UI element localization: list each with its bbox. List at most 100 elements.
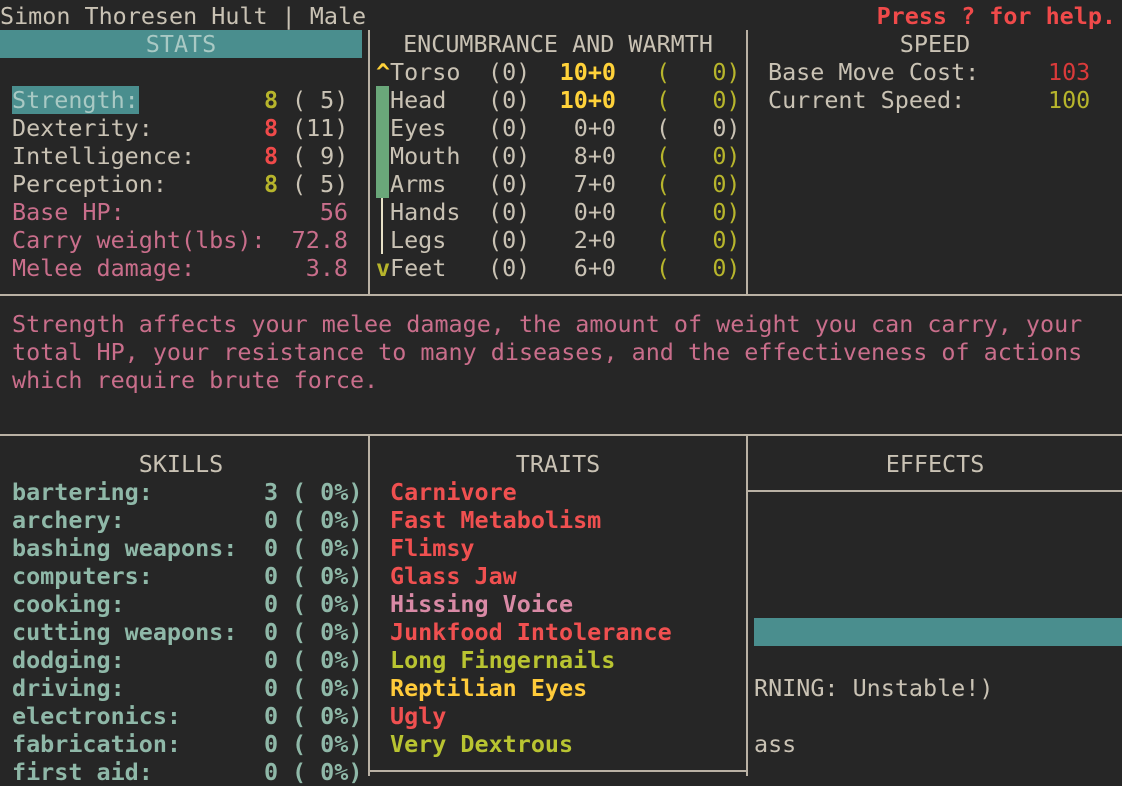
derived-stat-label: Carry weight(lbs): xyxy=(12,226,266,254)
encumbrance-value: (0) xyxy=(488,226,531,254)
derived-stat-value: 56 xyxy=(319,198,348,226)
stat-row[interactable]: Strength: 8 ( 5) xyxy=(0,86,362,114)
skill-level: 3 xyxy=(264,478,279,506)
trait-item[interactable]: Fast Metabolism xyxy=(390,506,601,534)
stat-row[interactable]: Perception: 8 ( 5) xyxy=(0,170,362,198)
skill-row[interactable]: dodging: 0 ( 0%) xyxy=(0,646,368,674)
speed-label: Base Move Cost: xyxy=(768,58,980,86)
effects-selection-bar[interactable] xyxy=(754,618,1122,646)
border-effects-title xyxy=(748,490,1122,492)
skill-row[interactable]: computers: 0 ( 0%) xyxy=(0,562,368,590)
derived-stat-value: 3.8 xyxy=(305,254,348,282)
stat-label: Perception: xyxy=(12,170,167,198)
derived-stat-row: Base HP: 56 xyxy=(0,198,362,226)
encumbrance-row[interactable]: Arms (0) 7+0 ( 0) xyxy=(370,170,746,198)
skill-row[interactable]: bartering: 3 ( 0%) xyxy=(0,478,368,506)
layers-value: 10+0 xyxy=(559,58,616,86)
effect-line-ass: ass xyxy=(754,730,797,758)
skill-progress: ( 0%) xyxy=(292,730,363,758)
skill-row[interactable]: driving: 0 ( 0%) xyxy=(0,674,368,702)
skill-level: 0 xyxy=(264,590,279,618)
trait-item[interactable]: Reptilian Eyes xyxy=(390,674,587,702)
encumbrance-value: (0) xyxy=(488,86,531,114)
warmth-value: ( 0) xyxy=(656,198,741,226)
trait-item[interactable]: Carnivore xyxy=(390,478,517,506)
stat-current-value: 8 xyxy=(264,170,279,198)
speed-value: 100 xyxy=(1048,86,1091,114)
stats-title: STATS xyxy=(145,30,217,58)
skill-level: 0 xyxy=(264,674,279,702)
encumbrance-row[interactable]: Hands (0) 0+0 ( 0) xyxy=(370,198,746,226)
skill-name: computers: xyxy=(12,562,153,590)
layers-value: 8+0 xyxy=(573,142,616,170)
trait-item[interactable]: Ugly xyxy=(390,702,446,730)
derived-stat-row: Melee damage: 3.8 xyxy=(0,254,362,282)
layers-value: 6+0 xyxy=(573,254,616,282)
skill-row[interactable]: fabrication: 0 ( 0%) xyxy=(0,730,368,758)
encumbrance-row[interactable]: Torso (0) 10+0 ( 0) xyxy=(370,58,746,86)
layers-value: 7+0 xyxy=(573,170,616,198)
stat-current-value: 8 xyxy=(264,142,279,170)
skill-name: archery: xyxy=(12,506,125,534)
layers-value: 0+0 xyxy=(573,114,616,142)
description-line: Strength affects your melee damage, the … xyxy=(12,310,1083,338)
border-traits-bottom xyxy=(370,770,748,772)
encumbrance-row[interactable]: Mouth (0) 8+0 ( 0) xyxy=(370,142,746,170)
body-part-label: Mouth xyxy=(390,142,461,170)
encumbrance-row[interactable]: Head (0) 10+0 ( 0) xyxy=(370,86,746,114)
speed-row: Base Move Cost: 103 xyxy=(748,58,1122,86)
warmth-value: ( 0) xyxy=(656,114,741,142)
stat-label: Strength: xyxy=(12,86,139,114)
trait-item[interactable]: Flimsy xyxy=(390,534,475,562)
encumbrance-row[interactable]: Feet (0) 6+0 ( 0) xyxy=(370,254,746,282)
skill-name: driving: xyxy=(12,674,125,702)
trait-item[interactable]: Long Fingernails xyxy=(390,646,615,674)
encumbrance-title: ENCUMBRANCE AND WARMTH xyxy=(403,30,713,58)
warmth-value: ( 0) xyxy=(656,226,741,254)
skill-level: 0 xyxy=(264,646,279,674)
body-part-label: Arms xyxy=(390,170,447,198)
speed-value: 103 xyxy=(1048,58,1091,86)
stat-base-value: ( 5) xyxy=(292,170,349,198)
warmth-value: ( 0) xyxy=(656,254,741,282)
skill-row[interactable]: cutting weapons: 0 ( 0%) xyxy=(0,618,368,646)
trait-item[interactable]: Glass Jaw xyxy=(390,562,517,590)
skill-row[interactable]: cooking: 0 ( 0%) xyxy=(0,590,368,618)
skill-level: 0 xyxy=(264,758,279,786)
skill-row[interactable]: electronics: 0 ( 0%) xyxy=(0,702,368,730)
border-description-top xyxy=(0,294,1122,296)
stat-base-value: (11) xyxy=(292,114,349,142)
skill-name: fabrication: xyxy=(12,730,181,758)
encumbrance-value: (0) xyxy=(488,170,531,198)
effect-line-warning: RNING: Unstable!) xyxy=(754,674,994,702)
stat-row[interactable]: Intelligence: 8 ( 9) xyxy=(0,142,362,170)
description-line: total HP, your resistance to many diseas… xyxy=(12,338,1083,366)
speed-row: Current Speed: 100 xyxy=(748,86,1122,114)
encumbrance-row[interactable]: Eyes (0) 0+0 ( 0) xyxy=(370,114,746,142)
stat-row[interactable]: Dexterity: 8 (11) xyxy=(0,114,362,142)
trait-item[interactable]: Very Dextrous xyxy=(390,730,573,758)
encumbrance-value: (0) xyxy=(488,114,531,142)
skill-level: 0 xyxy=(264,562,279,590)
body-part-label: Feet xyxy=(390,254,447,282)
skill-progress: ( 0%) xyxy=(292,758,363,786)
layers-value: 0+0 xyxy=(573,198,616,226)
skill-level: 0 xyxy=(264,618,279,646)
description-line: which require brute force. xyxy=(12,366,379,394)
encumbrance-row[interactable]: Legs (0) 2+0 ( 0) xyxy=(370,226,746,254)
skill-progress: ( 0%) xyxy=(292,534,363,562)
skill-progress: ( 0%) xyxy=(292,646,363,674)
trait-item[interactable]: Hissing Voice xyxy=(390,590,573,618)
skill-row[interactable]: bashing weapons: 0 ( 0%) xyxy=(0,534,368,562)
skill-progress: ( 0%) xyxy=(292,478,363,506)
derived-stat-label: Base HP: xyxy=(12,198,125,226)
effects-title: EFFECTS xyxy=(885,450,985,478)
warmth-value: ( 0) xyxy=(656,170,741,198)
stat-current-value: 8 xyxy=(264,114,279,142)
stat-label: Intelligence: xyxy=(12,142,196,170)
trait-item[interactable]: Junkfood Intolerance xyxy=(390,618,672,646)
traits-title: TRAITS xyxy=(515,450,601,478)
skill-level: 0 xyxy=(264,730,279,758)
skill-row[interactable]: archery: 0 ( 0%) xyxy=(0,506,368,534)
skill-row[interactable]: first aid: 0 ( 0%) xyxy=(0,758,368,786)
